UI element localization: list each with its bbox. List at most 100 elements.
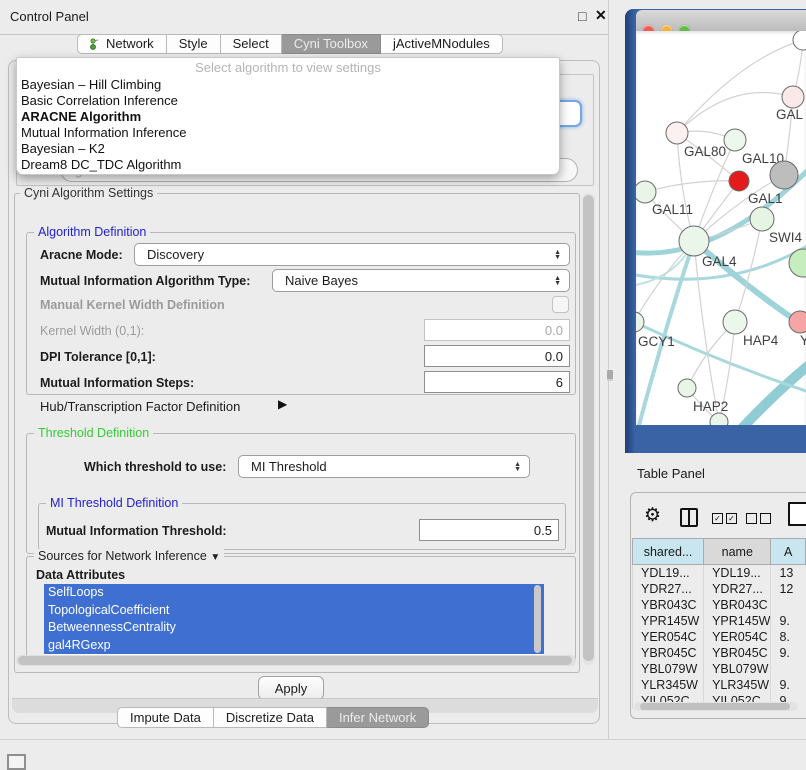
algorithm-option[interactable]: Dream8 DC_TDC Algorithm <box>17 157 559 173</box>
checked-pair-icon[interactable]: ✓✓ <box>712 513 737 524</box>
mi-type-value: Naive Bayes <box>285 273 358 288</box>
table-cell: 9. <box>771 613 806 629</box>
tab-label: Cyni Toolbox <box>294 36 368 51</box>
network-node-gal80[interactable] <box>666 122 688 144</box>
table-row[interactable]: YBR043CYBR043C <box>633 597 806 613</box>
table-cell: 13 <box>771 565 806 582</box>
float-window-icon[interactable]: □ <box>578 8 586 24</box>
tab-label: jActiveMNodules <box>393 36 490 51</box>
network-node-y[interactable] <box>789 311 806 333</box>
columns-icon[interactable] <box>680 508 698 527</box>
network-edge[interactable] <box>638 241 694 425</box>
tab-jactivemnodules[interactable]: jActiveMNodules <box>381 34 503 54</box>
network-edge[interactable] <box>645 181 739 192</box>
mi-type-combo[interactable]: Naive Bayes ▲▼ <box>272 269 570 292</box>
manual-kernel-label: Manual Kernel Width Definition <box>40 298 225 312</box>
algorithm-dropdown-popup: Select algorithm to view settings Bayesi… <box>16 57 560 175</box>
network-node-hap2[interactable] <box>678 379 696 397</box>
which-threshold-combo[interactable]: MI Threshold ▲▼ <box>238 455 530 478</box>
table-row[interactable]: YBR045CYBR045C9. <box>633 645 806 661</box>
node-label: Y <box>800 333 806 348</box>
splitpane-divider-handle[interactable] <box>607 370 613 379</box>
tab-label: Discretize Data <box>226 710 314 725</box>
node-label: SWI4 <box>769 230 802 245</box>
node-label: GAL1 <box>748 191 783 206</box>
collapsed-arrow-icon[interactable]: ▶ <box>278 397 287 411</box>
table-row[interactable]: YLR345WYLR345W9. <box>633 677 806 693</box>
network-node-gal11[interactable] <box>636 181 656 203</box>
network-node-gal4[interactable] <box>679 226 709 256</box>
tab-cyni-toolbox[interactable]: Cyni Toolbox <box>282 34 381 54</box>
table-hscroll-thumb[interactable] <box>640 703 790 710</box>
column-header[interactable]: A <box>771 539 806 565</box>
network-node-swi4[interactable] <box>750 207 774 231</box>
hub-definition-toggle[interactable]: Hub/Transcription Factor Definition <box>40 399 240 414</box>
algorithm-option[interactable]: Mutual Information Inference <box>17 125 559 141</box>
settings-vscroll-thumb[interactable] <box>583 195 594 661</box>
table-row[interactable]: YPR145WYPR145W9. <box>633 613 806 629</box>
node-label: GCY1 <box>638 334 675 349</box>
column-header[interactable]: name <box>704 539 771 565</box>
table-cell: YLR345W <box>704 677 771 693</box>
network-window-titlebar[interactable] <box>636 10 806 32</box>
sources-group-title[interactable]: Sources for Network Inference ▼ <box>34 549 224 563</box>
data-attributes-list[interactable]: SelfLoopsTopologicalCoefficientBetweenne… <box>44 584 544 655</box>
network-node-gal1[interactable] <box>729 171 749 191</box>
dpi-tolerance-field[interactable]: 0.0 <box>424 345 570 367</box>
table-cell: YBL079W <box>633 661 704 677</box>
network-node-gal10[interactable] <box>724 129 746 151</box>
settings-hscroll-thumb[interactable] <box>18 656 572 665</box>
algorithm-prompt: Select algorithm to view settings <box>17 58 559 77</box>
algorithm-option[interactable]: Basic Correlation Inference <box>17 93 559 109</box>
table-row[interactable]: YDR27...YDR27...12 <box>633 581 806 597</box>
mi-steps-field[interactable]: 6 <box>424 371 570 393</box>
algorithm-option[interactable]: Bayesian – K2 <box>17 141 559 157</box>
tab-style[interactable]: Style <box>167 34 221 54</box>
algorithm-option[interactable]: ARACNE Algorithm <box>17 109 559 125</box>
minimized-panel-icon[interactable] <box>7 754 26 770</box>
tab-network[interactable]: Network <box>77 34 167 54</box>
table-row[interactable]: YDL19...YDL19...13 <box>633 565 806 582</box>
dpi-tolerance-label: DPI Tolerance [0,1]: <box>40 350 156 364</box>
network-node[interactable] <box>793 31 806 50</box>
unchecked-pair-icon[interactable] <box>746 513 771 524</box>
tab-impute-data[interactable]: Impute Data <box>117 707 214 728</box>
stepper-icon: ▲▼ <box>554 250 561 260</box>
tab-label: Select <box>233 36 269 51</box>
settings-group-title: Cyni Algorithm Settings <box>20 186 157 200</box>
network-node[interactable] <box>770 161 798 189</box>
manual-kernel-checkbox[interactable] <box>552 296 569 313</box>
attribute-list-item[interactable]: gal4RGexp <box>44 637 544 655</box>
node-label: GAL4 <box>702 254 737 269</box>
aracne-mode-combo[interactable]: Discovery ▲▼ <box>134 243 570 266</box>
tab-infer-network[interactable]: Infer Network <box>327 707 429 728</box>
close-icon[interactable]: ✕ <box>595 7 607 24</box>
table-cell: YPR145W <box>704 613 771 629</box>
network-edge[interactable] <box>732 361 806 425</box>
apply-button[interactable]: Apply <box>258 676 324 700</box>
aracne-mode-value: Discovery <box>147 247 204 262</box>
network-node-hap4[interactable] <box>723 310 747 334</box>
tab-select[interactable]: Select <box>221 34 282 54</box>
table-row[interactable]: YER054CYER054C8. <box>633 629 806 645</box>
table-row[interactable]: YBL079WYBL079W <box>633 661 806 677</box>
attribute-list-item[interactable]: SelfLoops <box>44 584 544 602</box>
page-icon[interactable] <box>788 502 806 526</box>
network-node-gal[interactable] <box>782 86 804 108</box>
algorithm-option[interactable]: Bayesian – Hill Climbing <box>17 77 559 93</box>
network-node[interactable] <box>710 413 728 425</box>
network-edge[interactable] <box>636 321 806 393</box>
table-cell: YER054C <box>633 629 704 645</box>
tab-discretize-data[interactable]: Discretize Data <box>214 707 327 728</box>
network-node-gcy1[interactable] <box>636 312 644 332</box>
mi-threshold-field[interactable]: 0.5 <box>419 519 559 541</box>
network-canvas[interactable]: GALGAL80GAL10GAL1GAL11SWI4GAL4GCY1HAP4YH… <box>636 31 806 425</box>
attributes-list-scrollbar[interactable] <box>534 585 541 653</box>
table-cell: YBR043C <box>633 597 704 613</box>
attribute-list-item[interactable]: TopologicalCoefficient <box>44 602 544 620</box>
kernel-width-field[interactable]: 0.0 <box>424 319 570 341</box>
gear-icon[interactable]: ⚙ <box>644 504 661 527</box>
column-header[interactable]: shared... <box>633 539 704 565</box>
attribute-list-item[interactable]: BetweennessCentrality <box>44 619 544 637</box>
network-icon <box>90 38 101 50</box>
